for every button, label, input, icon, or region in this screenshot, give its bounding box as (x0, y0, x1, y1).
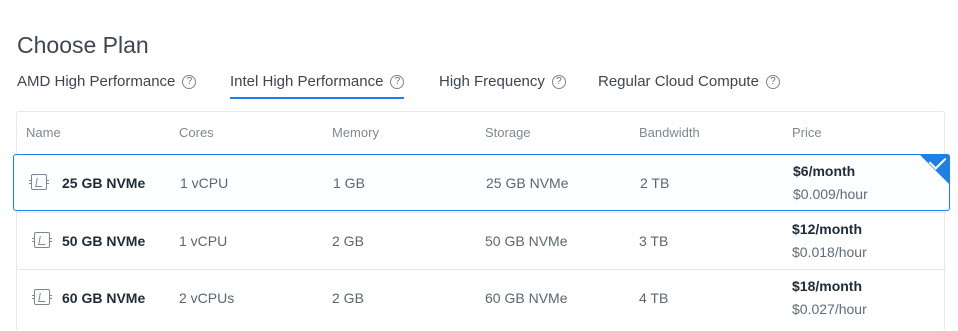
plan-price-hour: $0.018/hour (792, 244, 867, 260)
plan-tabs: AMD High Performance ? Intel High Perfor… (0, 66, 958, 99)
plan-name: 60 GB NVMe (62, 290, 146, 306)
help-circle-icon[interactable]: ? (551, 74, 566, 89)
plan-memory: 2 GB (332, 233, 364, 249)
tab-intel-high-performance[interactable]: Intel High Performance ? (230, 66, 405, 99)
plan-cores: 1 vCPU (180, 175, 229, 191)
column-header-memory: Memory (332, 125, 379, 140)
plan-storage: 50 GB NVMe (485, 233, 568, 249)
cpu-chip-icon (29, 174, 47, 190)
plan-memory: 2 GB (332, 290, 364, 306)
tab-high-frequency[interactable]: High Frequency ? (439, 66, 566, 97)
plan-price-month: $18/month (792, 278, 863, 294)
help-circle-icon[interactable]: ? (765, 74, 780, 89)
plan-storage: 25 GB NVMe (486, 175, 569, 191)
tab-label: Intel High Performance (230, 73, 384, 90)
plan-bandwidth: 2 TB (640, 175, 670, 191)
column-header-bandwidth: Bandwidth (639, 125, 700, 140)
column-header-price: Price (792, 125, 822, 140)
plan-price-hour: $0.009/hour (793, 186, 868, 202)
plan-storage: 60 GB NVMe (485, 290, 568, 306)
column-header-name: Name (26, 125, 61, 140)
tab-label: Regular Cloud Compute (598, 73, 759, 90)
page-title: Choose Plan (17, 32, 149, 59)
column-header-cores: Cores (179, 125, 214, 140)
plan-name: 25 GB NVMe (62, 175, 146, 191)
column-header-storage: Storage (485, 125, 531, 140)
tab-amd-high-performance[interactable]: AMD High Performance ? (17, 66, 197, 97)
plan-bandwidth: 3 TB (639, 233, 669, 249)
table-row[interactable]: 60 GB NVMe 2 vCPUs 2 GB 60 GB NVMe 4 TB … (17, 269, 946, 326)
plan-cores: 1 vCPU (179, 233, 228, 249)
cpu-chip-icon (32, 232, 50, 248)
plan-price-month: $12/month (792, 221, 863, 237)
help-circle-icon[interactable]: ? (182, 74, 197, 89)
table-header: Name Cores Memory Storage Bandwidth Pric… (17, 112, 944, 154)
cpu-chip-icon (32, 289, 50, 305)
plan-memory: 1 GB (333, 175, 365, 191)
table-row[interactable]: 25 GB NVMe 1 vCPU 1 GB 25 GB NVMe 2 TB $… (13, 152, 950, 211)
help-circle-icon[interactable]: ? (390, 74, 405, 89)
tab-label: High Frequency (439, 73, 545, 90)
plan-price-hour: $0.027/hour (792, 301, 867, 317)
plan-table: Name Cores Memory Storage Bandwidth Pric… (13, 111, 950, 331)
plan-name: 50 GB NVMe (62, 233, 146, 249)
tab-regular-cloud-compute[interactable]: Regular Cloud Compute ? (598, 66, 780, 97)
table-row[interactable]: 50 GB NVMe 1 vCPU 2 GB 50 GB NVMe 3 TB $… (17, 212, 946, 269)
plan-cores: 2 vCPUs (179, 290, 235, 306)
tab-label: AMD High Performance (17, 73, 176, 90)
plan-bandwidth: 4 TB (639, 290, 669, 306)
plan-price-month: $6/month (793, 163, 856, 179)
